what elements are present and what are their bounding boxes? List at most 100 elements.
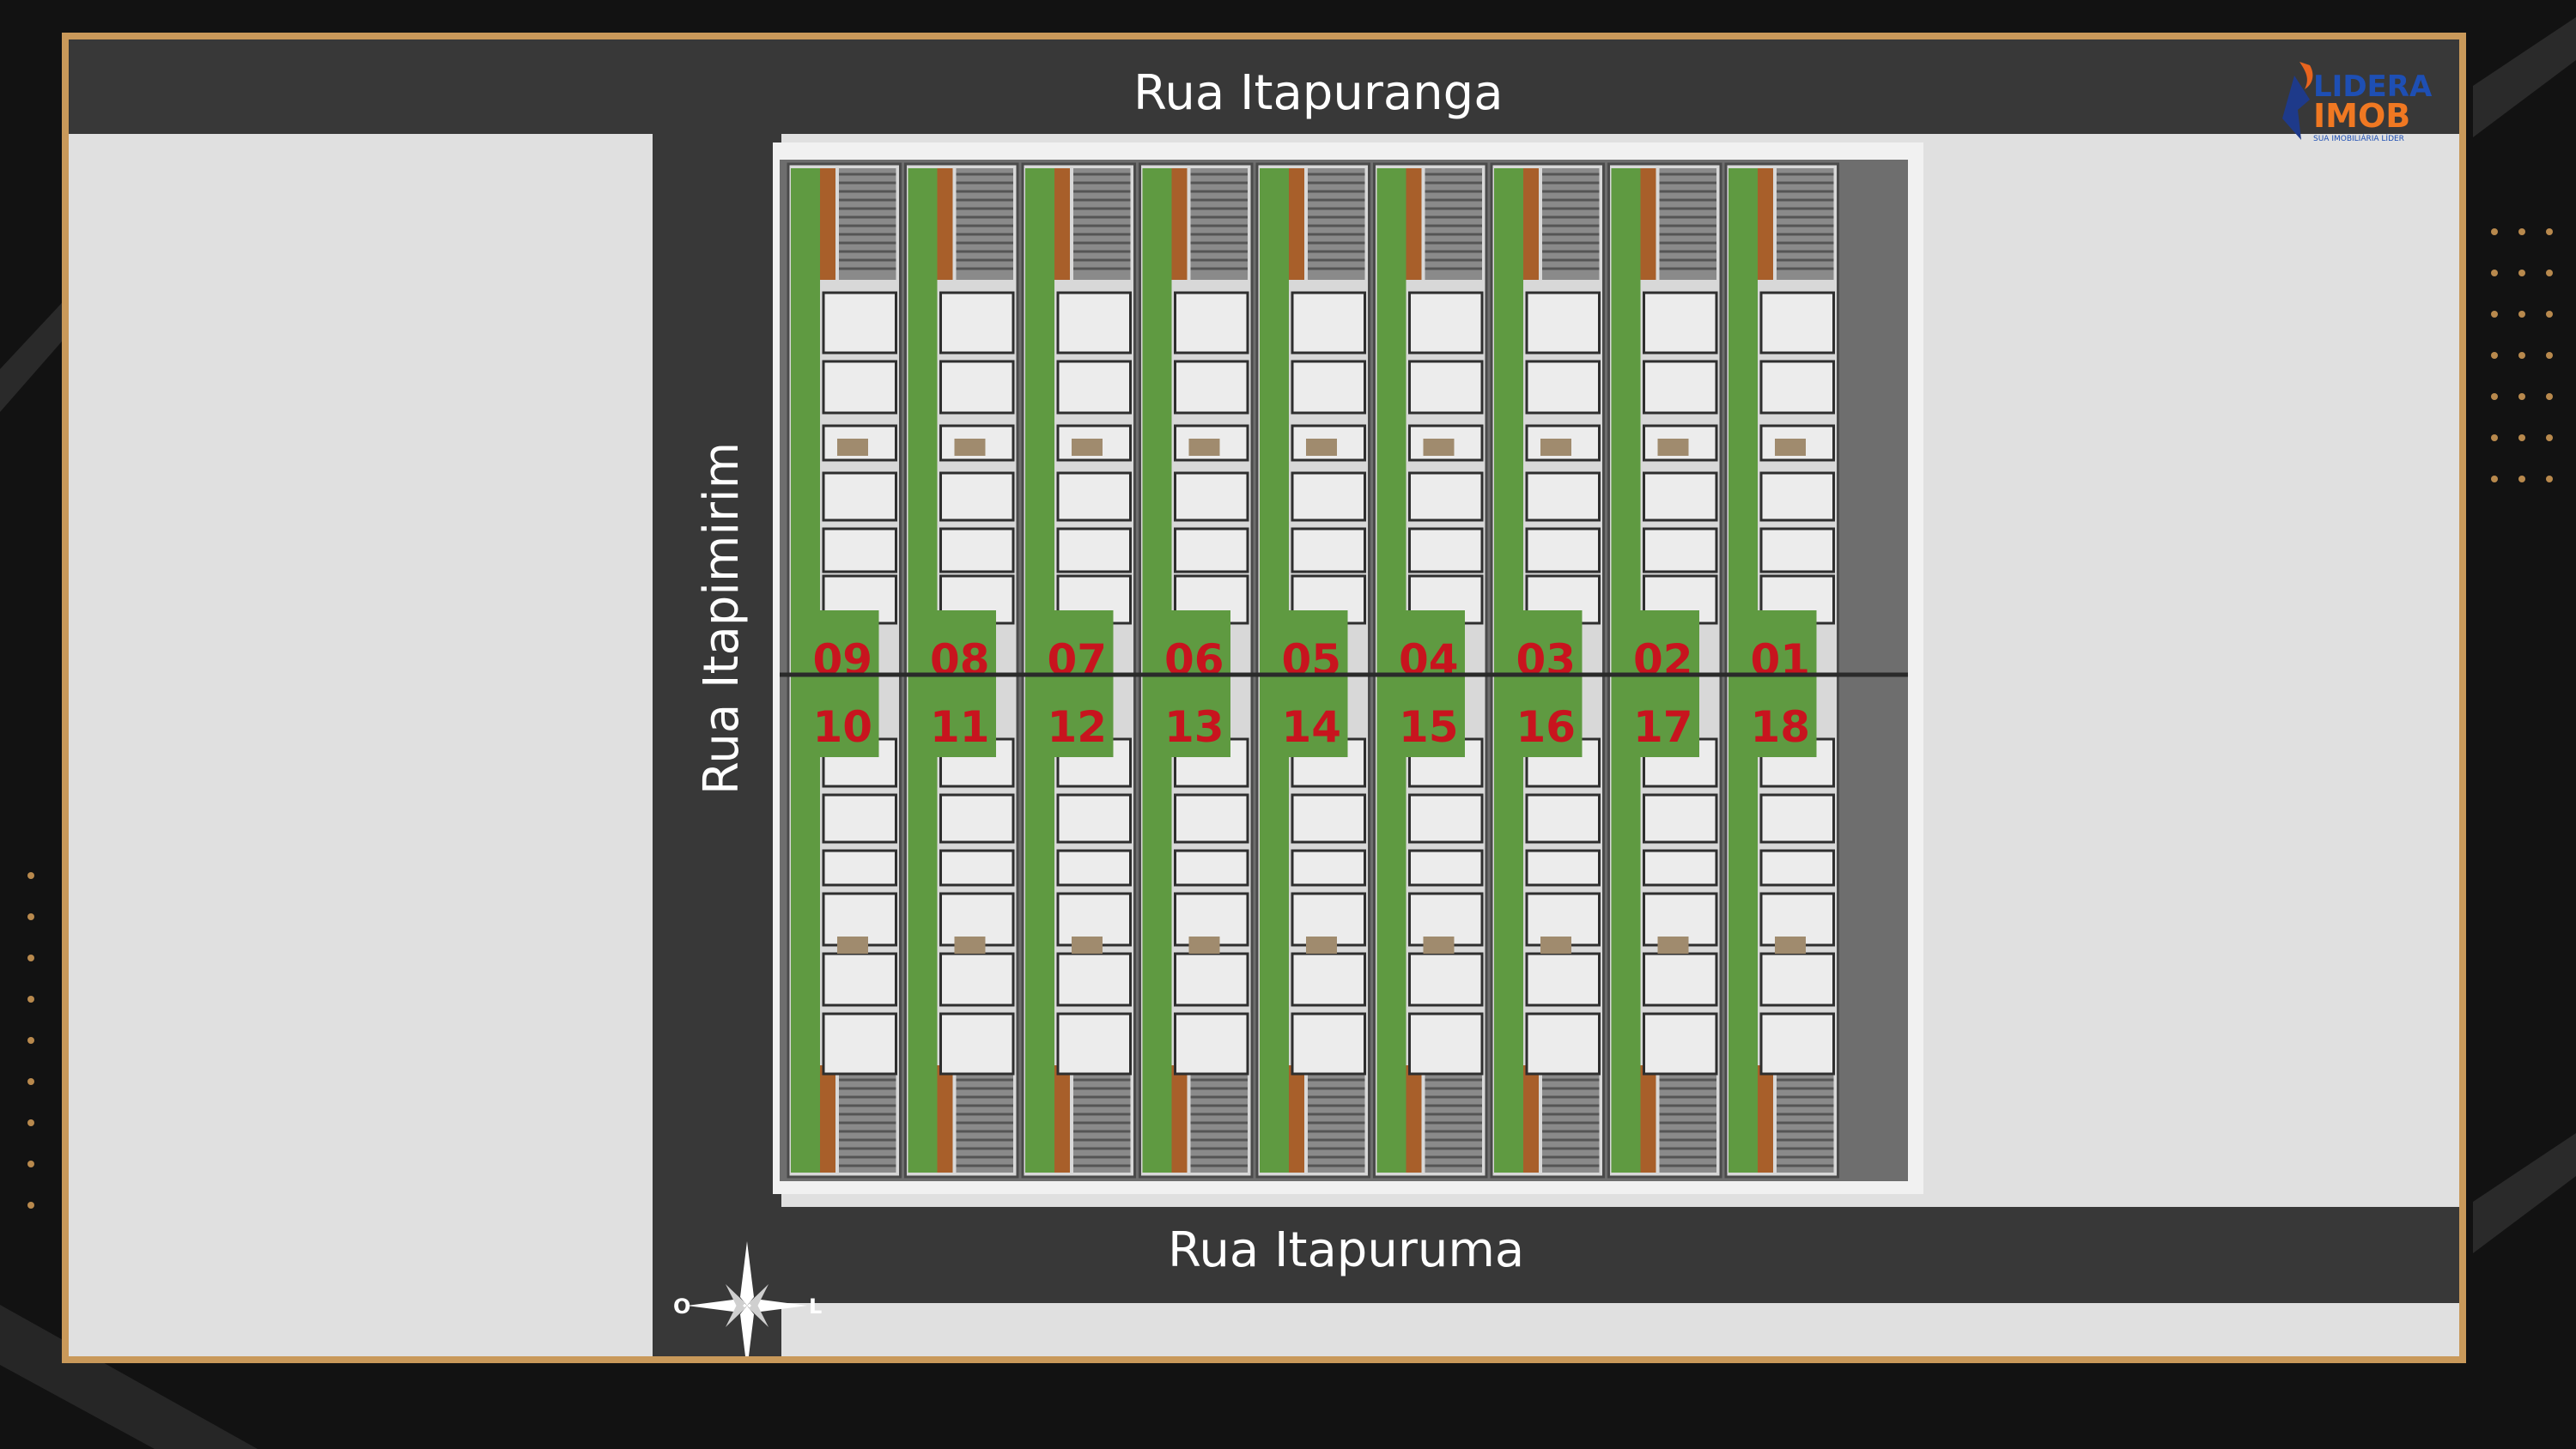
compass-rose-icon: O L S	[673, 1241, 822, 1356]
roof-tile-bottom	[1289, 1065, 1304, 1173]
roof-tile-bottom	[1640, 1065, 1656, 1173]
roof-tile-top	[1289, 168, 1304, 280]
room-lower	[1759, 793, 1835, 844]
roof-tile-bottom	[1406, 1065, 1422, 1173]
room-lower	[1174, 952, 1249, 1007]
dining-table	[1306, 439, 1337, 456]
decor-dot	[27, 996, 34, 1003]
lot-number-bottom: 14	[1281, 702, 1341, 752]
room-upper	[1643, 360, 1718, 415]
street-label-north: Rua Itapuranga	[1133, 65, 1504, 121]
room-upper	[939, 360, 1015, 415]
street-label-west: Rua Itapimirim	[694, 441, 750, 795]
dining-table	[1775, 937, 1806, 954]
room-upper	[1759, 471, 1835, 522]
room-upper	[822, 527, 897, 573]
dining-table	[837, 937, 868, 954]
room-lower	[1291, 952, 1366, 1007]
decor-dot	[2546, 270, 2553, 276]
room-upper	[1408, 291, 1484, 355]
room-lower	[939, 1012, 1015, 1076]
parking-top	[1542, 168, 1600, 280]
dining-table	[954, 937, 986, 954]
lot-column-3: 0712	[1021, 162, 1136, 1179]
lot-number-top: 06	[1164, 635, 1224, 685]
decor-dot	[2491, 476, 2498, 482]
room-lower	[1408, 952, 1484, 1007]
roof-tile-bottom	[1054, 1065, 1070, 1173]
dining-table	[1072, 439, 1103, 456]
room-lower	[822, 849, 897, 887]
lot-number-bottom: 15	[1399, 702, 1459, 752]
parking-top	[1073, 168, 1131, 280]
room-lower	[1174, 1012, 1249, 1076]
room-upper	[939, 527, 1015, 573]
room-upper	[822, 471, 897, 522]
room-lower	[1525, 793, 1601, 844]
dining-table	[1657, 937, 1689, 954]
room-lower	[1174, 793, 1249, 844]
room-lower	[1056, 952, 1132, 1007]
room-lower	[1291, 1012, 1366, 1076]
lot-number-top: 01	[1750, 635, 1810, 685]
decor-dot	[2546, 311, 2553, 318]
logo-line2: IMOB	[2313, 97, 2410, 135]
decor-dot	[2491, 434, 2498, 441]
room-upper	[939, 471, 1015, 522]
room-lower	[1408, 849, 1484, 887]
lot-number-bottom: 17	[1633, 702, 1693, 752]
room-upper	[1525, 471, 1601, 522]
decor-dot	[2491, 311, 2498, 318]
decor-dot	[2546, 352, 2553, 359]
block-east	[1923, 134, 2459, 1207]
roof-tile-top	[820, 168, 835, 280]
room-lower	[1056, 1012, 1132, 1076]
decor-dot	[2491, 352, 2498, 359]
room-upper	[1056, 291, 1132, 355]
compass-east-label: L	[809, 1294, 822, 1319]
roof-tile-top	[1406, 168, 1422, 280]
lot-number-top: 08	[930, 635, 990, 685]
decor-dot	[2491, 393, 2498, 400]
decor-dot	[2518, 352, 2525, 359]
room-lower	[822, 1012, 897, 1076]
room-upper	[1291, 291, 1366, 355]
room-upper	[1291, 527, 1366, 573]
room-lower	[1759, 952, 1835, 1007]
parking-top	[1190, 168, 1248, 280]
lot-number-top: 07	[1047, 635, 1107, 685]
decor-dot	[2518, 434, 2525, 441]
decor-dot	[2546, 476, 2553, 482]
room-upper	[1291, 471, 1366, 522]
room-upper	[1408, 527, 1484, 573]
lot-number-top: 03	[1516, 635, 1576, 685]
room-upper	[1643, 291, 1718, 355]
room-lower	[1056, 793, 1132, 844]
roof-tile-top	[1523, 168, 1539, 280]
decor-dot	[27, 1037, 34, 1044]
room-lower	[1291, 849, 1366, 887]
lot-column-1: 0910	[787, 162, 902, 1179]
room-upper	[1643, 471, 1718, 522]
lot-number-bottom: 12	[1047, 702, 1107, 752]
decor-dot	[27, 1202, 34, 1209]
room-upper	[1174, 360, 1249, 415]
decorative-dots-left	[27, 872, 34, 1209]
roof-tile-top	[1758, 168, 1773, 280]
room-lower	[1525, 1012, 1601, 1076]
lot-number-top: 09	[812, 635, 872, 685]
roof-tile-top	[937, 168, 953, 280]
site-map-frame: Rua Itapuranga Rua Itapimirim Rua Itapur…	[62, 33, 2466, 1363]
roof-tile-top	[1054, 168, 1070, 280]
room-lower	[939, 849, 1015, 887]
roof-tile-bottom	[1758, 1065, 1773, 1173]
street-label-south: Rua Itapuruma	[1168, 1222, 1525, 1278]
decor-dot	[27, 913, 34, 920]
room-upper	[1759, 527, 1835, 573]
room-upper	[1759, 360, 1835, 415]
decorative-dots-right	[2491, 228, 2553, 482]
room-upper	[1174, 291, 1249, 355]
logo-tagline: SUA IMOBILIÁRIA LÍDER	[2313, 133, 2404, 143]
room-lower	[1759, 1012, 1835, 1076]
decor-dot	[2518, 228, 2525, 235]
